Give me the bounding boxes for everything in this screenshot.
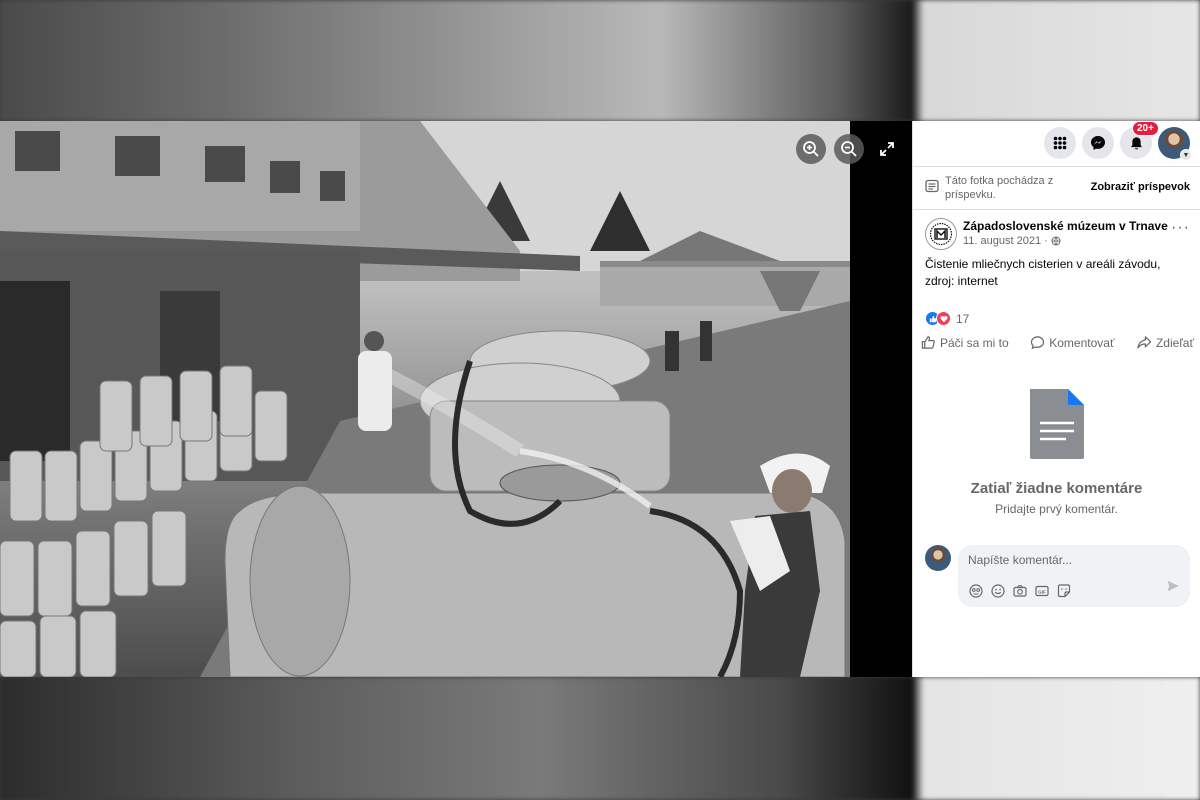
zoom-in-icon bbox=[803, 141, 819, 157]
reaction-count: 17 bbox=[956, 311, 970, 326]
post-actions: Páči sa mi to Komentovať Zdieľať bbox=[921, 335, 1194, 350]
comment-button[interactable]: Komentovať bbox=[1030, 335, 1114, 350]
divider bbox=[913, 209, 1200, 210]
menu-button[interactable] bbox=[1044, 127, 1076, 159]
comment-tools: GIF bbox=[968, 583, 1071, 598]
post-icon bbox=[925, 179, 939, 193]
zoom-out-icon bbox=[841, 141, 857, 157]
comment-input[interactable] bbox=[968, 553, 1180, 567]
messenger-icon bbox=[1091, 136, 1105, 150]
zoom-in-button[interactable] bbox=[796, 134, 826, 164]
page-name-link[interactable]: Západoslovenské múzeum v Trnave bbox=[963, 218, 1168, 234]
comment-composer: GIF bbox=[925, 545, 1190, 607]
reactions-summary[interactable]: 17 bbox=[925, 311, 969, 326]
emoji-button[interactable] bbox=[990, 583, 1005, 598]
avatar-sticker-icon bbox=[968, 583, 983, 598]
empty-comments-state: Zatiaľ žiadne komentáre Pridajte prvý ko… bbox=[913, 387, 1200, 516]
blurred-backdrop-bottom bbox=[0, 677, 1200, 800]
empty-comments-subtitle: Pridajte prvý komentár. bbox=[995, 502, 1118, 516]
museum-logo-icon bbox=[929, 222, 953, 246]
globe-icon bbox=[1051, 236, 1061, 246]
fullscreen-button[interactable] bbox=[872, 134, 902, 164]
post-header: Západoslovenské múzeum v Trnave 11. augu… bbox=[925, 218, 1190, 250]
chevron-down-icon: ▼ bbox=[1180, 149, 1192, 161]
photo bbox=[0, 121, 850, 677]
post-caption: Čistenie mliečnych cisterien v areáli zá… bbox=[925, 257, 1161, 288]
zoom-out-button[interactable] bbox=[834, 134, 864, 164]
document-icon bbox=[1029, 389, 1084, 459]
like-label: Páči sa mi to bbox=[940, 335, 1009, 350]
send-icon bbox=[1167, 580, 1179, 592]
divider bbox=[913, 166, 1200, 167]
camera-icon bbox=[1012, 584, 1027, 597]
messenger-button[interactable] bbox=[1082, 127, 1114, 159]
notice-text: Táto fotka pochádza z príspevku. bbox=[945, 175, 1054, 201]
gif-icon: GIF bbox=[1034, 585, 1049, 596]
post-source-notice: Táto fotka pochádza z príspevku. Zobrazi… bbox=[925, 174, 1190, 202]
comment-icon bbox=[1031, 336, 1045, 350]
sticker-icon bbox=[1057, 583, 1070, 597]
view-post-link[interactable]: Zobraziť príspevok bbox=[1091, 181, 1190, 193]
bell-icon bbox=[1130, 136, 1142, 149]
photo-button[interactable] bbox=[1012, 583, 1027, 598]
photo-viewer bbox=[0, 121, 912, 677]
page-avatar[interactable] bbox=[925, 218, 957, 250]
thumbs-up-icon bbox=[921, 336, 935, 349]
empty-comments-title: Zatiaľ žiadne komentáre bbox=[970, 480, 1143, 497]
post-date[interactable]: 11. august 2021 · bbox=[963, 234, 1048, 248]
love-reaction-icon bbox=[936, 311, 951, 326]
comment-label: Komentovať bbox=[1049, 335, 1115, 350]
account-avatar[interactable]: ▼ bbox=[1158, 127, 1192, 161]
blurred-backdrop-top bbox=[0, 0, 1200, 121]
avatar-sticker-button[interactable] bbox=[968, 583, 983, 598]
share-label: Zdieľať bbox=[1155, 335, 1194, 350]
gif-button[interactable]: GIF bbox=[1034, 583, 1049, 598]
photo-illustration bbox=[0, 121, 850, 677]
top-navigation: 20+ ▼ bbox=[1044, 121, 1192, 161]
user-avatar bbox=[925, 545, 951, 571]
sticker-button[interactable] bbox=[1056, 583, 1071, 598]
fullscreen-icon bbox=[880, 142, 894, 156]
notifications-button[interactable]: 20+ bbox=[1120, 121, 1159, 159]
share-icon bbox=[1137, 336, 1152, 349]
grid-menu-icon bbox=[1053, 136, 1067, 150]
share-button[interactable]: Zdieľať bbox=[1136, 335, 1194, 350]
comment-box: GIF bbox=[958, 545, 1190, 607]
notifications-badge: 20+ bbox=[1132, 121, 1159, 136]
svg-text:GIF: GIF bbox=[1038, 589, 1046, 594]
send-button[interactable] bbox=[1166, 579, 1180, 598]
like-button[interactable]: Páči sa mi to bbox=[921, 335, 1009, 350]
more-options-button[interactable]: ··· bbox=[1171, 220, 1190, 236]
emoji-icon bbox=[990, 583, 1005, 598]
post-side-panel: 20+ ▼ Táto fotka pochádza z príspevku. Z… bbox=[912, 121, 1200, 677]
